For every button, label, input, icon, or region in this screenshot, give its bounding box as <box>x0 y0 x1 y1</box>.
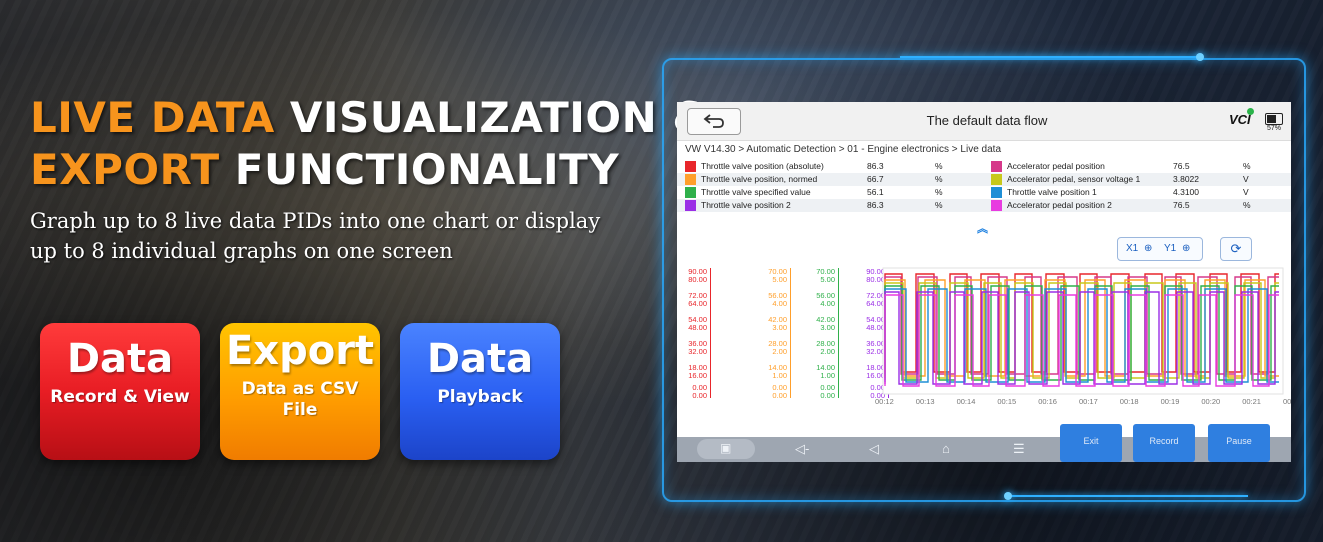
x-axis-tick-label: 00:22 <box>1283 397 1291 406</box>
pause-button[interactable]: Pause <box>1208 424 1270 462</box>
chart-plot-area <box>882 267 1284 395</box>
x-axis-tick-label: 00:16 <box>1038 397 1057 406</box>
pid-unit: % <box>935 200 943 210</box>
x-axis-tick-label: 00:19 <box>1161 397 1180 406</box>
pid-color-swatch <box>991 187 1002 198</box>
nav-home-icon[interactable]: ⌂ <box>942 441 950 456</box>
pid-value: 76.5 <box>1173 161 1190 171</box>
headline-line-2: EXPORT FUNCTIONALITY <box>30 144 710 196</box>
pause-label: Pause <box>1226 436 1252 446</box>
feature-export-csv: Export Data as CSV File <box>220 323 380 460</box>
pid-value: 86.3 <box>867 161 884 171</box>
pid-name: Throttle valve position 2 <box>701 200 791 210</box>
vci-status-dot <box>1247 108 1254 115</box>
pid-unit: % <box>1243 200 1251 210</box>
pid-name: Throttle valve position 1 <box>1007 187 1097 197</box>
x-axis-tick-label: 00:15 <box>997 397 1016 406</box>
pid-name: Throttle valve position (absolute) <box>701 161 824 171</box>
pid-value: 3.8022 <box>1173 174 1199 184</box>
breadcrumb: VW V14.30 > Automatic Detection > 01 - E… <box>685 144 1002 155</box>
feature-data-playback: Data Playback <box>400 323 560 460</box>
pid-name: Accelerator pedal position 2 <box>1007 200 1112 210</box>
collapse-chevron-icon[interactable]: ︽ <box>977 220 988 236</box>
exit-label: Exit <box>1083 436 1099 446</box>
pid-unit: V <box>1243 187 1249 197</box>
x-axis-tick-label: 00:17 <box>1079 397 1098 406</box>
record-button[interactable]: Record <box>1133 424 1195 462</box>
x-axis-tick-label: 00:20 <box>1201 397 1220 406</box>
pid-color-swatch <box>685 187 696 198</box>
feature-title: Data <box>66 336 174 382</box>
frame-accent-dot <box>1196 53 1204 61</box>
volume-down-icon[interactable]: ◁- <box>795 441 809 457</box>
frame-accent-line <box>900 56 1200 58</box>
feature-caption: Data as CSV File <box>241 379 359 420</box>
nav-menu-icon[interactable]: ☰ <box>1013 441 1025 457</box>
pid-value: 66.7 <box>867 174 884 184</box>
exit-button[interactable]: Exit <box>1060 424 1122 462</box>
pid-name: Throttle valve position, normed <box>701 174 818 184</box>
pid-color-swatch <box>991 161 1002 172</box>
screenshot-icon: ▣ <box>720 441 732 455</box>
pid-name: Accelerator pedal position <box>1007 161 1105 171</box>
feature-title: Data <box>426 336 534 382</box>
x-axis-tick-label: 00:21 <box>1242 397 1261 406</box>
pid-name: Throttle valve specified value <box>701 187 811 197</box>
pid-name: Accelerator pedal, sensor voltage 1 <box>1007 174 1141 184</box>
banner: LIVE DATA VISUALIZATION & EXPORT FUNCTIO… <box>0 0 1323 542</box>
x-axis-tick-label: 00:18 <box>1120 397 1139 406</box>
tablet-screen: The default data flow VCI 57% VW V14.30 … <box>677 102 1291 462</box>
pid-color-swatch <box>685 161 696 172</box>
screen-topbar: The default data flow VCI 57% <box>677 102 1291 141</box>
pid-value: 76.5 <box>1173 200 1190 210</box>
system-nav-bar: ▣ ◁- ◁ ⌂ ☰ <box>677 437 1291 462</box>
x-axis-tick-label: 00:13 <box>916 397 935 406</box>
feature-caption: Playback <box>437 387 523 407</box>
table-row: Throttle valve position 2 86.3 % Acceler… <box>677 199 1291 212</box>
pid-unit: V <box>1243 174 1249 184</box>
headline: LIVE DATA VISUALIZATION & EXPORT FUNCTIO… <box>30 92 710 196</box>
pid-unit: % <box>935 187 943 197</box>
table-row: Throttle valve position, normed 66.7 % A… <box>677 173 1291 186</box>
pid-table: Throttle valve position (absolute) 86.3 … <box>677 160 1291 212</box>
back-arrow-icon <box>703 114 724 128</box>
battery-percent: 57% <box>1267 125 1282 132</box>
x-axis-tick-label: 00:12 <box>875 397 894 406</box>
record-label: Record <box>1149 436 1179 446</box>
battery-icon <box>1265 113 1283 125</box>
pid-value: 86.3 <box>867 200 884 210</box>
nav-back-icon[interactable]: ◁ <box>869 441 879 457</box>
feature-title: Export <box>225 328 375 374</box>
table-row: Throttle valve specified value 56.1 % Th… <box>677 186 1291 199</box>
headline-line-1: LIVE DATA VISUALIZATION & <box>30 92 710 144</box>
pid-value: 56.1 <box>867 187 884 197</box>
feature-caption: Record & View <box>50 387 190 407</box>
headline-white-2: FUNCTIONALITY <box>234 145 620 194</box>
pid-unit: % <box>1243 161 1251 171</box>
pid-color-swatch <box>991 200 1002 211</box>
pid-color-swatch <box>685 174 696 185</box>
feature-data-record: Data Record & View <box>40 323 200 460</box>
pid-unit: % <box>935 161 943 171</box>
x-axis-tick-label: 00:14 <box>957 397 976 406</box>
live-data-chart: 00:12 00:13 00:14 00:15 00:16 00:17 00:18 00:19… <box>875 267 1291 406</box>
headline-white-1: VISUALIZATION & <box>289 93 710 142</box>
screenshot-button[interactable]: ▣ <box>697 439 755 459</box>
pid-unit: % <box>935 174 943 184</box>
headline-orange-1: LIVE DATA <box>30 93 275 142</box>
frame-accent-dot <box>1004 492 1012 500</box>
subtitle: Graph up to 8 live data PIDs into one ch… <box>30 209 601 263</box>
table-row: Throttle valve position (absolute) 86.3 … <box>677 160 1291 173</box>
screen-title: The default data flow <box>926 113 1048 128</box>
pid-value: 4.3100 <box>1173 187 1199 197</box>
headline-orange-2: EXPORT <box>30 145 220 194</box>
pid-color-swatch <box>991 174 1002 185</box>
frame-accent-line <box>1008 495 1248 497</box>
pid-color-swatch <box>685 200 696 211</box>
back-button[interactable] <box>687 108 741 135</box>
